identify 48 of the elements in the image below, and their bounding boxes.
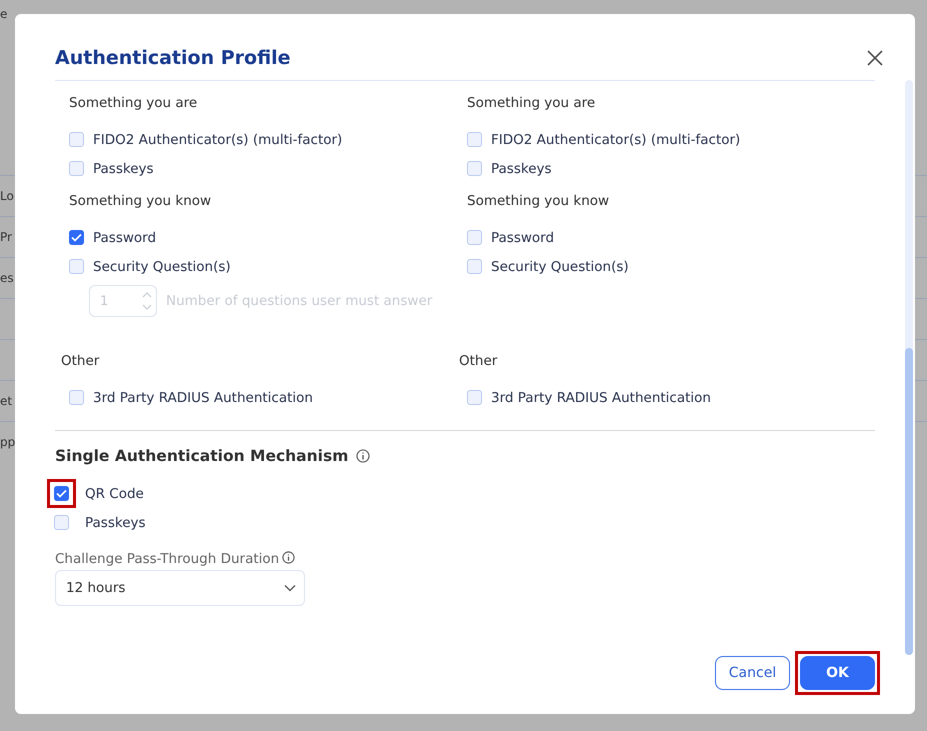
- checkmark-icon: [56, 489, 67, 498]
- checkbox-label: Password: [491, 230, 554, 246]
- table-cell: es: [0, 271, 14, 285]
- cancel-button[interactable]: Cancel: [715, 656, 790, 690]
- checkbox[interactable]: [467, 259, 482, 274]
- checkbox-label: Passkeys: [93, 160, 154, 176]
- checkbox[interactable]: [54, 486, 69, 501]
- checkbox-label: Passkeys: [85, 514, 146, 530]
- checkbox-label: Security Question(s): [491, 258, 629, 274]
- group-heading: Something you are: [69, 95, 198, 111]
- checkbox-label: Password: [93, 230, 156, 246]
- info-icon[interactable]: [356, 449, 370, 463]
- table-cell: pp: [0, 435, 16, 449]
- section-heading: Single Authentication Mechanism: [55, 447, 348, 465]
- checkbox[interactable]: [467, 230, 482, 245]
- checkbox-label: 3rd Party RADIUS Authentication: [93, 390, 313, 406]
- table-cell: Lo: [0, 189, 14, 203]
- group-heading: Other: [459, 353, 498, 369]
- duration-dropdown[interactable]: 12 hours: [55, 570, 305, 606]
- checkbox[interactable]: [69, 132, 84, 147]
- checkbox[interactable]: [467, 161, 482, 176]
- checkbox[interactable]: [69, 259, 84, 274]
- ok-button[interactable]: OK: [800, 656, 875, 690]
- dialog-title: Authentication Profile: [55, 47, 291, 69]
- checkbox[interactable]: [69, 161, 84, 176]
- checkbox[interactable]: [69, 390, 84, 405]
- chevron-down-icon: [284, 584, 296, 592]
- group-heading: Something you know: [467, 193, 610, 209]
- scrollbar[interactable]: [905, 80, 913, 655]
- checkbox-label: FIDO2 Authenticator(s) (multi-factor): [491, 132, 740, 148]
- checkmark-icon: [71, 233, 82, 242]
- group-heading: Something you are: [467, 95, 596, 111]
- checkbox[interactable]: [467, 132, 482, 147]
- checkbox-label: QR Code: [85, 486, 144, 502]
- checkbox-label: Security Question(s): [93, 258, 231, 274]
- checkbox[interactable]: [69, 230, 84, 245]
- table-cell: Pr: [0, 230, 12, 244]
- table-cell: et: [0, 394, 12, 408]
- group-heading: Something you know: [69, 193, 212, 209]
- checkbox-label: Passkeys: [491, 160, 552, 176]
- info-icon[interactable]: [282, 551, 296, 564]
- page-heading: e: [0, 7, 8, 21]
- group-heading: Other: [61, 353, 100, 369]
- checkbox[interactable]: [54, 515, 69, 530]
- checkbox-label: FIDO2 Authenticator(s) (multi-factor): [93, 132, 342, 148]
- checkbox-label: 3rd Party RADIUS Authentication: [491, 390, 711, 406]
- checkbox[interactable]: [467, 390, 482, 405]
- field-label: Challenge Pass-Through Duration: [55, 551, 280, 567]
